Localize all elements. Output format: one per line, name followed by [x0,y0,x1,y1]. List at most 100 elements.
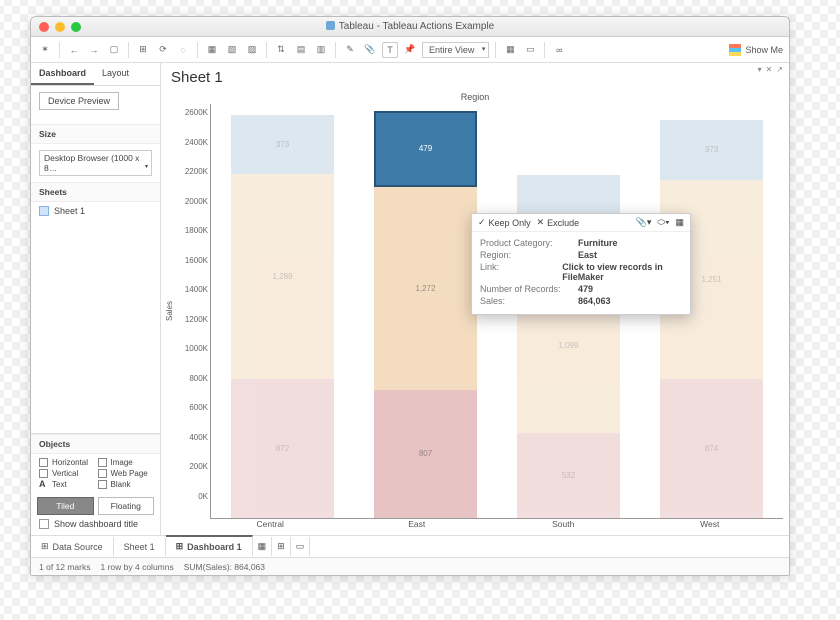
status-bar: 1 of 12 marks 1 row by 4 columns SUM(Sal… [31,557,789,575]
blank-icon [98,480,107,489]
filter-icon[interactable]: ▾ [758,65,762,74]
sort-desc-icon[interactable]: ▥ [313,42,329,58]
remove-sheet-icon[interactable]: ✕ [766,65,773,74]
tooltip-view-data-icon[interactable]: ▦ [675,217,684,228]
columns-header: Region [161,88,789,104]
refresh-icon[interactable]: ⟳ [155,42,171,58]
app-icon [326,21,335,30]
data-source-tab[interactable]: ⊞ Data Source [31,537,114,556]
bar-segment[interactable]: 532 [517,433,620,518]
bar-segment[interactable]: 373 [231,115,334,174]
show-title-checkbox[interactable] [39,519,49,529]
tooltip-row: Sales:864,063 [480,295,682,307]
sidebar-tabs: Dashboard Layout [31,63,160,86]
pin-icon[interactable]: 📌 [402,42,418,58]
objects-panel: Objects Horizontal Image Vertical Web Pa… [31,433,160,535]
worksheet-icon [39,206,49,216]
tiled-button[interactable]: Tiled [37,497,94,515]
share-icon[interactable]: ∞ [551,42,567,58]
x-tick-label: South [490,519,637,529]
show-me-button[interactable]: Show Me [729,44,783,56]
tooltip-row: Number of Records:479 [480,283,682,295]
tooltip-row: Product Category:Furniture [480,237,682,249]
duplicate-icon[interactable]: ▧ [224,42,240,58]
show-me-icon [729,44,741,56]
size-heading: Size [31,124,160,144]
sheet-tabs-bar: ⊞ Data Source Sheet 1 ⊞ Dashboard 1 ▦ ⊞ … [31,535,789,557]
highlight-icon[interactable]: ✎ [342,42,358,58]
y-axis: 2600K2400K2200K2000K1800K1600K1400K1200K… [176,104,210,519]
horizontal-icon [39,458,48,467]
bar-segment[interactable]: 807 [374,390,477,518]
tab-dashboard[interactable]: Dashboard [31,63,94,85]
tooltip-row: Link:Click to view records in FileMaker [480,261,682,283]
x-axis: CentralEastSouthWest [161,519,789,535]
forward-icon[interactable]: → [86,42,102,58]
web-page-icon [98,469,107,478]
bar-segment[interactable]: 1,272 [374,187,477,390]
window-title: Tableau - Tableau Actions Example [31,21,789,32]
tooltip: ✓ Keep Only ✕ Exclude 📎▾ ⬭▾ ▦ Product Ca… [471,213,691,315]
object-blank[interactable]: Blank [98,480,153,489]
x-tick-label: East [344,519,491,529]
x-tick-label: West [637,519,784,529]
footer-tab-sheet1[interactable]: Sheet 1 [114,538,166,556]
group-icon[interactable]: 📎 [362,42,378,58]
status-marks: 1 of 12 marks [39,562,91,572]
new-story-button[interactable]: ▭ [291,537,311,556]
save-icon[interactable]: ▢ [106,42,122,58]
new-datasource-icon[interactable]: ⊞ [135,42,151,58]
titlebar: Tableau - Tableau Actions Example [31,17,789,37]
new-worksheet-icon[interactable]: ▦ [204,42,220,58]
sheets-heading: Sheets [31,182,160,202]
fit-dropdown[interactable]: Entire View [422,42,489,58]
dashboard-canvas: ▾ ✕ ↗ Sheet 1 Region Sales 2600K2400K220… [161,63,789,535]
tab-layout[interactable]: Layout [94,63,137,85]
bar-segment[interactable]: 872 [231,379,334,518]
image-icon [98,458,107,467]
new-dashboard-button[interactable]: ⊞ [272,537,291,556]
objects-heading: Objects [31,434,160,454]
exclude-button[interactable]: ✕ Exclude [537,217,580,228]
back-icon[interactable]: ← [66,42,82,58]
text-icon: A [39,480,48,489]
labels-icon[interactable]: T [382,42,398,58]
object-web-page[interactable]: Web Page [98,469,153,478]
keep-only-button[interactable]: ✓ Keep Only [478,217,531,228]
cards-icon[interactable]: ▦ [502,42,518,58]
object-vertical[interactable]: Vertical [39,469,94,478]
pause-icon[interactable]: ◌ [175,42,191,58]
toolbar: ✶ ← → ▢ ⊞ ⟳ ◌ ▦ ▧ ▨ ⇅ ▤ ▥ ✎ 📎 T 📌 Entire… [31,37,789,63]
status-layout: 1 row by 4 columns [101,562,174,572]
sort-asc-icon[interactable]: ▤ [293,42,309,58]
go-to-sheet-icon[interactable]: ↗ [776,65,783,74]
new-worksheet-button[interactable]: ▦ [253,537,273,556]
swap-icon[interactable]: ⇅ [273,42,289,58]
app-window: Tableau - Tableau Actions Example ✶ ← → … [30,16,790,576]
clear-icon[interactable]: ▨ [244,42,260,58]
presentation-icon[interactable]: ▭ [522,42,538,58]
bar-segment[interactable]: 1,289 [231,174,334,379]
floating-button[interactable]: Floating [98,497,155,515]
tooltip-group-icon[interactable]: 📎▾ [636,217,652,228]
bar-segment[interactable]: 373 [660,120,763,179]
footer-tab-dashboard1[interactable]: ⊞ Dashboard 1 [166,535,253,556]
sheet-title: Sheet 1 [161,63,789,88]
tableau-logo-icon[interactable]: ✶ [37,42,53,58]
bar-segment[interactable]: 479 [374,111,477,187]
y-axis-label: Sales [163,301,176,321]
sidebar: Dashboard Layout Device Preview Size Des… [31,63,161,535]
status-sum: SUM(Sales): 864,063 [184,562,265,572]
device-preview-button[interactable]: Device Preview [39,92,119,110]
show-title-label: Show dashboard title [54,519,138,529]
object-horizontal[interactable]: Horizontal [39,458,94,467]
tooltip-row: Region:East [480,249,682,261]
object-image[interactable]: Image [98,458,153,467]
size-dropdown[interactable]: Desktop Browser (1000 x 8… [39,150,152,176]
object-text[interactable]: AText [39,480,94,489]
sheet-item[interactable]: Sheet 1 [31,202,160,220]
bar-segment[interactable]: 874 [660,379,763,518]
vertical-icon [39,469,48,478]
x-tick-label: Central [197,519,344,529]
tooltip-set-icon[interactable]: ⬭▾ [657,217,669,228]
